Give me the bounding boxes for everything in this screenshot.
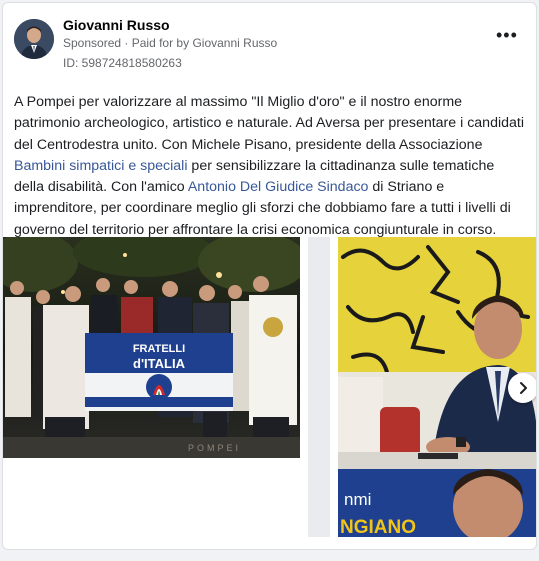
carousel-image-group-photo[interactable]: FRATELLI d'ITALIA POMPEI [3, 237, 300, 458]
post-text-part1: A Pompei per valorizzare al massimo "Il … [14, 94, 524, 153]
banner-text-1: nmi [344, 490, 371, 509]
ground-text: POMPEI [188, 443, 241, 453]
ad-id: ID: 598724818580263 [63, 56, 182, 70]
ad-post-card: Giovanni Russo Sponsored · Paid for by G… [2, 2, 537, 550]
more-horizontal-icon: ••• [496, 25, 518, 45]
chevron-right-icon [520, 382, 527, 394]
paid-for-prefix: Paid for by [131, 36, 190, 50]
image-carousel: FRATELLI d'ITALIA POMPEI nmi NGIANO [3, 237, 536, 541]
sponsored-label: Sponsored [63, 36, 122, 50]
carousel-gap [308, 237, 330, 537]
more-options-button[interactable]: ••• [496, 25, 518, 45]
paid-for-name[interactable]: Giovanni Russo [192, 36, 277, 50]
banner-text-2: NGIANO [340, 517, 416, 537]
flag-text-line2: d'ITALIA [133, 356, 186, 371]
meta-separator: · [124, 36, 132, 50]
carousel-next-button[interactable] [508, 373, 536, 403]
sponsored-meta: Sponsored · Paid for by Giovanni Russo [63, 36, 277, 50]
link-bambini-simpatici[interactable]: Bambini simpatici e speciali [14, 158, 187, 174]
author-avatar[interactable] [14, 19, 54, 59]
flag-text-line1: FRATELLI [133, 343, 185, 355]
link-antonio-del-giudice[interactable]: Antonio Del Giudice Sindaco [188, 179, 369, 195]
author-name[interactable]: Giovanni Russo [63, 17, 170, 33]
